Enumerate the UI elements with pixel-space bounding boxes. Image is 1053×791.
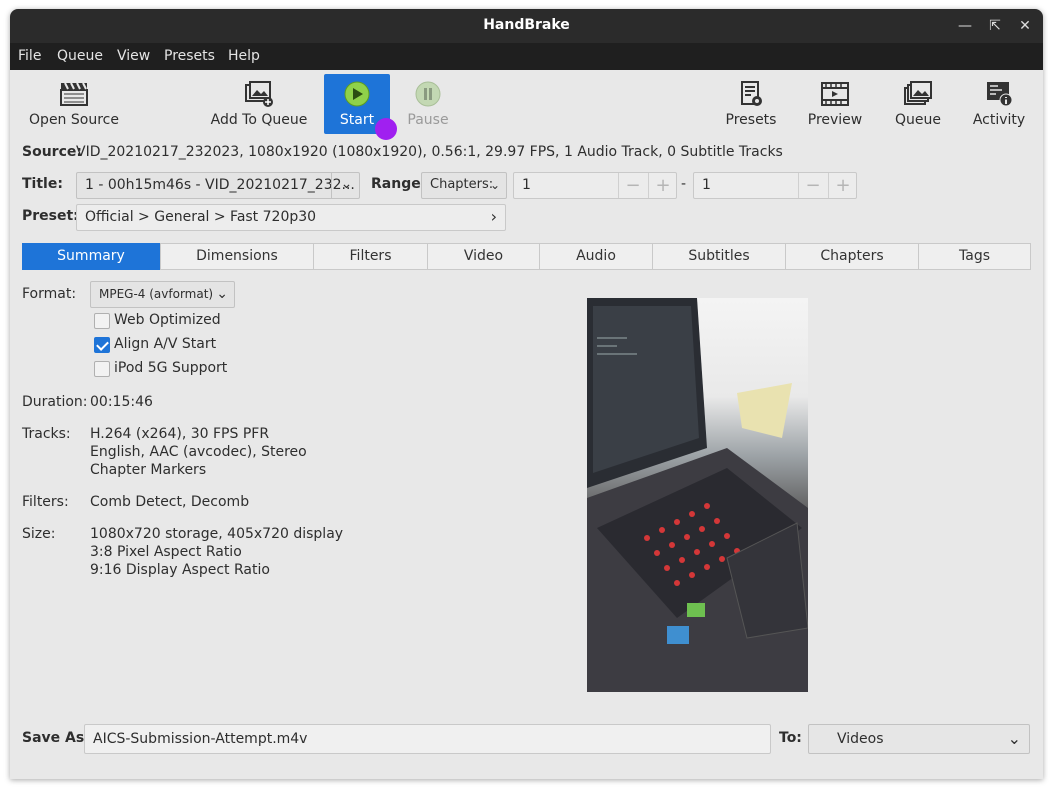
filters-value: Comb Detect, Decomb — [90, 494, 250, 510]
queue-label: Queue — [895, 112, 941, 128]
minimize-icon[interactable]: — — [955, 16, 975, 36]
queue-button[interactable]: Queue — [886, 74, 950, 134]
pause-label: Pause — [407, 112, 449, 128]
source-value: VID_20210217_232023, 1080x1920 (1080x192… — [76, 144, 783, 160]
pause-icon — [415, 81, 441, 107]
range-mode-select[interactable]: Chapters: ⌄ — [421, 172, 507, 199]
handbrake-window: HandBrake — ⇱ ✕ File Queue View Presets … — [10, 9, 1043, 779]
format-label: Format: — [22, 286, 77, 302]
chevron-down-icon: ⌄ — [331, 173, 359, 198]
size-label: Size: — [22, 526, 56, 542]
chevron-right-icon: › — [490, 207, 497, 226]
add-to-queue-button[interactable]: Add To Queue — [206, 74, 312, 134]
align-av-checkbox[interactable] — [94, 337, 110, 353]
presets-icon — [741, 81, 762, 106]
pause-button[interactable]: Pause — [398, 74, 458, 134]
video-preview-thumbnail — [587, 298, 808, 692]
preview-label: Preview — [807, 112, 863, 128]
menu-queue[interactable]: Queue — [57, 48, 103, 64]
maximize-icon[interactable]: ⇱ — [985, 16, 1005, 36]
open-source-button[interactable]: Open Source — [24, 74, 124, 134]
track-line: English, AAC (avcodec), Stereo — [90, 444, 307, 460]
tracks-label: Tracks: — [22, 426, 71, 442]
title-select[interactable]: 1 - 00h15m46s - VID_20210217_232... ⌄ — [76, 172, 360, 199]
open-source-label: Open Source — [29, 112, 119, 128]
web-optimized-label: Web Optimized — [114, 312, 221, 328]
decrement-icon[interactable]: − — [798, 173, 827, 198]
web-optimized-checkbox[interactable] — [94, 313, 110, 329]
ipod-label: iPod 5G Support — [114, 360, 228, 376]
menu-file[interactable]: File — [18, 48, 41, 64]
duration-label: Duration: — [22, 394, 88, 410]
tab-chapters[interactable]: Chapters — [785, 243, 919, 270]
chevron-down-icon: ⌄ — [1007, 729, 1021, 748]
track-line: H.264 (x264), 30 FPS PFR — [90, 426, 270, 442]
title-label: Title: — [22, 176, 63, 192]
increment-icon[interactable]: + — [648, 173, 676, 198]
play-icon — [344, 81, 370, 107]
title-select-value: 1 - 00h15m46s - VID_20210217_232... — [85, 177, 355, 193]
add-to-queue-label: Add To Queue — [210, 112, 308, 128]
preset-value: Official > General > Fast 720p30 — [85, 209, 317, 225]
activity-label: Activity — [972, 112, 1026, 128]
destination-label: To: — [779, 730, 802, 746]
clapperboard-icon — [60, 82, 88, 106]
presets-label: Presets — [725, 112, 777, 128]
film-icon — [821, 82, 849, 106]
range-end-input[interactable]: 1 − + — [693, 172, 857, 199]
source-label: Source: — [22, 144, 82, 160]
decrement-icon[interactable]: − — [618, 173, 647, 198]
settings-tabs: Summary Dimensions Filters Video Audio S… — [22, 243, 1031, 270]
presets-button[interactable]: Presets — [719, 74, 783, 134]
tab-dimensions[interactable]: Dimensions — [160, 243, 314, 270]
queue-icon — [904, 81, 932, 105]
preview-button[interactable]: Preview — [800, 74, 870, 134]
pointer-cursor — [375, 118, 397, 140]
size-line: 3:8 Pixel Aspect Ratio — [90, 544, 242, 560]
increment-icon[interactable]: + — [828, 173, 856, 198]
chevron-down-icon: ⌄ — [216, 286, 228, 302]
menu-bar: File Queue View Presets Help — [10, 43, 1043, 70]
align-av-label: Align A/V Start — [114, 336, 217, 352]
add-image-icon — [245, 81, 273, 107]
format-select[interactable]: MPEG-4 (avformat) ⌄ — [90, 281, 235, 308]
destination-select[interactable]: Videos ⌄ — [808, 724, 1030, 754]
title-bar: HandBrake — ⇱ ✕ — [10, 9, 1043, 43]
save-as-label: Save As: — [22, 730, 90, 746]
destination-value: Videos — [837, 731, 884, 747]
tab-tags[interactable]: Tags — [918, 243, 1031, 270]
duration-value: 00:15:46 — [90, 394, 153, 410]
range-mode-value: Chapters: — [430, 177, 494, 192]
activity-button[interactable]: Activity — [967, 74, 1031, 134]
size-line: 9:16 Display Aspect Ratio — [90, 562, 270, 578]
size-line: 1080x720 storage, 405x720 display — [90, 526, 344, 542]
tab-video[interactable]: Video — [427, 243, 540, 270]
range-end-value: 1 — [702, 177, 711, 193]
range-label: Range: — [371, 176, 427, 192]
preset-selector[interactable]: Official > General > Fast 720p30 › — [76, 204, 506, 231]
tab-filters[interactable]: Filters — [313, 243, 428, 270]
range-start-value: 1 — [522, 177, 531, 193]
range-start-input[interactable]: 1 − + — [513, 172, 677, 199]
menu-presets[interactable]: Presets — [164, 48, 215, 64]
menu-view[interactable]: View — [117, 48, 150, 64]
range-separator: - — [681, 176, 687, 192]
window-title: HandBrake — [483, 17, 570, 33]
format-value: MPEG-4 (avformat) — [99, 287, 214, 301]
tab-summary[interactable]: Summary — [22, 243, 160, 270]
filters-label: Filters: — [22, 494, 69, 510]
activity-icon — [987, 82, 1013, 107]
menu-help[interactable]: Help — [228, 48, 260, 64]
ipod-checkbox[interactable] — [94, 361, 110, 377]
save-as-value: AICS-Submission-Attempt.m4v — [93, 731, 308, 747]
preview-image — [587, 298, 808, 692]
tab-subtitles[interactable]: Subtitles — [652, 243, 786, 270]
close-icon[interactable]: ✕ — [1015, 16, 1035, 36]
preset-label: Preset: — [22, 208, 79, 224]
chevron-down-icon: ⌄ — [489, 178, 500, 192]
save-as-input[interactable]: AICS-Submission-Attempt.m4v — [84, 724, 771, 754]
tab-audio[interactable]: Audio — [539, 243, 653, 270]
track-line: Chapter Markers — [90, 462, 207, 478]
